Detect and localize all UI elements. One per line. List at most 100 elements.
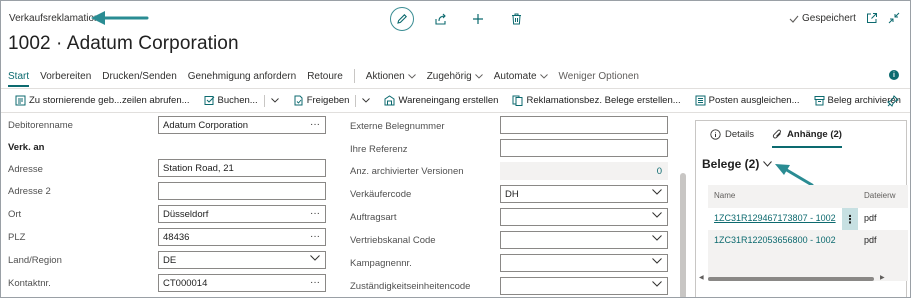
chevron-down-icon[interactable] bbox=[362, 98, 371, 103]
anz-archivierter-value[interactable]: 0 bbox=[657, 166, 662, 177]
page-type-caption: Verkaufsreklamation bbox=[9, 13, 100, 24]
create-receipt-button[interactable]: Wareneingang erstellen bbox=[384, 95, 498, 106]
section-verk-an: Verk. an bbox=[8, 142, 45, 153]
menu-drucken-senden[interactable]: Drucken/Senden bbox=[102, 71, 177, 82]
share-button[interactable] bbox=[428, 7, 452, 31]
menu-genehmigung-anfordern[interactable]: Genehmigung anfordern bbox=[188, 71, 296, 82]
chevron-down-icon[interactable] bbox=[652, 258, 662, 264]
kontaktnr-field[interactable]: CT000014 ··· bbox=[158, 274, 326, 292]
adresse2-field[interactable] bbox=[158, 182, 326, 200]
collapse-button[interactable] bbox=[887, 11, 901, 25]
get-posted-lines-button[interactable]: Zu stornierende geb...zeilen abrufen... bbox=[15, 95, 190, 106]
verkaeufercode-label: Verkäufercode bbox=[350, 189, 412, 200]
debitorenname-value: Adatum Corporation bbox=[163, 120, 249, 131]
page-title: 1002 · Adatum Corporation bbox=[8, 33, 239, 54]
open-new-window-button[interactable] bbox=[865, 11, 879, 25]
column-header-extension[interactable]: Dateierw bbox=[864, 191, 896, 200]
tab-attachments-label: Anhänge (2) bbox=[787, 129, 842, 140]
documents-icon bbox=[512, 95, 523, 106]
attachment-name-link[interactable]: 1ZC31R122053656800 - 1002 bbox=[714, 235, 836, 245]
land-region-value: DE bbox=[163, 255, 177, 266]
saved-label: Gespeichert bbox=[802, 13, 856, 24]
page-frame: Verkaufsreklamation 1002 · Adatum Corpor… bbox=[0, 0, 911, 298]
menu-retoure[interactable]: Retoure bbox=[307, 71, 343, 82]
split-separator bbox=[263, 94, 265, 107]
top-action-group bbox=[390, 7, 528, 31]
post-button[interactable]: Buchen... bbox=[204, 94, 279, 107]
chevron-down-icon[interactable] bbox=[652, 212, 662, 218]
tab-details-label: Details bbox=[725, 129, 755, 140]
ihre-referenz-field[interactable] bbox=[500, 139, 668, 157]
chevron-down-icon[interactable] bbox=[652, 189, 662, 195]
plz-label: PLZ bbox=[8, 232, 26, 243]
adresse2-label: Adresse 2 bbox=[8, 186, 51, 197]
scroll-left-icon[interactable]: ◀ bbox=[699, 274, 704, 281]
edit-button[interactable] bbox=[390, 7, 414, 31]
lookup-ellipsis-icon[interactable]: ··· bbox=[310, 208, 320, 219]
tab-attachments[interactable]: Anhänge (2) bbox=[772, 121, 842, 148]
ort-field[interactable]: Düsseldorf ··· bbox=[158, 205, 326, 223]
kampagnennr-field[interactable] bbox=[500, 254, 668, 272]
chevron-down-icon bbox=[539, 73, 548, 79]
open-in-new-window-icon bbox=[867, 13, 877, 23]
anz-archivierter-field[interactable]: 0 bbox=[500, 162, 668, 180]
annotation-arrow-left bbox=[91, 11, 149, 25]
zustaendigkeit-label: Zuständigkeitseinheitencode bbox=[350, 281, 471, 292]
menu-start[interactable]: Start bbox=[8, 71, 30, 87]
lookup-ellipsis-icon[interactable]: ··· bbox=[310, 119, 320, 130]
checkmark-icon bbox=[789, 15, 799, 23]
externe-belegnummer-field[interactable] bbox=[500, 116, 668, 134]
verkaeufercode-value: DH bbox=[505, 189, 519, 200]
plz-field[interactable]: 48436 ··· bbox=[158, 228, 326, 246]
chevron-down-icon bbox=[407, 73, 416, 79]
chevron-down-icon bbox=[474, 73, 483, 79]
menu-separator bbox=[353, 69, 355, 83]
lookup-ellipsis-icon[interactable]: ··· bbox=[310, 277, 320, 288]
post-label: Buchen... bbox=[217, 95, 258, 106]
delete-button[interactable] bbox=[504, 7, 528, 31]
column-header-name[interactable]: Name bbox=[714, 191, 735, 200]
menu-aktionen[interactable]: Aktionen bbox=[366, 71, 416, 82]
debitorenname-field[interactable]: Adatum Corporation ··· bbox=[158, 116, 326, 134]
verkaeufercode-field[interactable]: DH bbox=[500, 185, 668, 203]
zustaendigkeit-field[interactable] bbox=[500, 277, 668, 295]
menu-aktionen-label: Aktionen bbox=[365, 70, 405, 82]
trash-icon bbox=[511, 13, 521, 25]
scroll-right-icon[interactable]: ▶ bbox=[880, 274, 885, 281]
adresse-value: Station Road, 21 bbox=[163, 163, 234, 174]
land-region-field[interactable]: DE bbox=[158, 251, 326, 269]
menu-zugehoerig[interactable]: Zugehörig bbox=[427, 71, 483, 82]
adresse-field[interactable]: Station Road, 21 bbox=[158, 159, 326, 177]
get-lines-icon bbox=[15, 95, 26, 106]
info-icon[interactable]: i bbox=[889, 70, 899, 80]
pin-icon[interactable] bbox=[887, 95, 899, 107]
lookup-ellipsis-icon[interactable]: ··· bbox=[310, 231, 320, 242]
new-button[interactable] bbox=[466, 7, 490, 31]
form-scrollbar[interactable] bbox=[680, 173, 686, 297]
apply-entries-button[interactable]: Posten ausgleichen... bbox=[695, 95, 800, 106]
chevron-down-icon[interactable] bbox=[652, 235, 662, 241]
create-return-documents-button[interactable]: Reklamationsbez. Belege erstellen... bbox=[512, 95, 681, 106]
attachments-grid: Name Dateierw 1ZC31R129467173807 - 1002 … bbox=[708, 185, 908, 281]
menu-fewer-options[interactable]: Weniger Optionen bbox=[559, 71, 639, 82]
chevron-down-icon[interactable] bbox=[310, 255, 320, 261]
release-button[interactable]: Freigeben bbox=[293, 94, 371, 107]
auftragsart-field[interactable] bbox=[500, 208, 668, 226]
auftragsart-label: Auftragsart bbox=[350, 212, 397, 223]
share-icon bbox=[434, 13, 446, 25]
chevron-down-icon[interactable] bbox=[652, 281, 662, 287]
menu-automate[interactable]: Automate bbox=[494, 71, 548, 82]
grid-horizontal-scrollbar[interactable] bbox=[708, 277, 874, 281]
release-label: Freigeben bbox=[306, 95, 350, 106]
pencil-icon bbox=[397, 14, 407, 24]
tab-details[interactable]: Details bbox=[710, 121, 754, 148]
plus-icon bbox=[473, 14, 483, 24]
table-row[interactable]: 1ZC31R122053656800 - 1002 pdf bbox=[708, 230, 908, 252]
chevron-down-icon[interactable] bbox=[270, 98, 279, 103]
menu-vorbereiten[interactable]: Vorbereiten bbox=[40, 71, 91, 82]
row-actions-icon[interactable]: ⋮ bbox=[842, 208, 858, 230]
attachment-name-link[interactable]: 1ZC31R129467173807 - 1002 bbox=[714, 213, 836, 223]
vertriebskanal-field[interactable] bbox=[500, 231, 668, 249]
belege-section-header[interactable]: Belege (2) bbox=[702, 157, 773, 171]
table-row[interactable]: 1ZC31R129467173807 - 1002 ⋮ pdf bbox=[708, 208, 908, 230]
